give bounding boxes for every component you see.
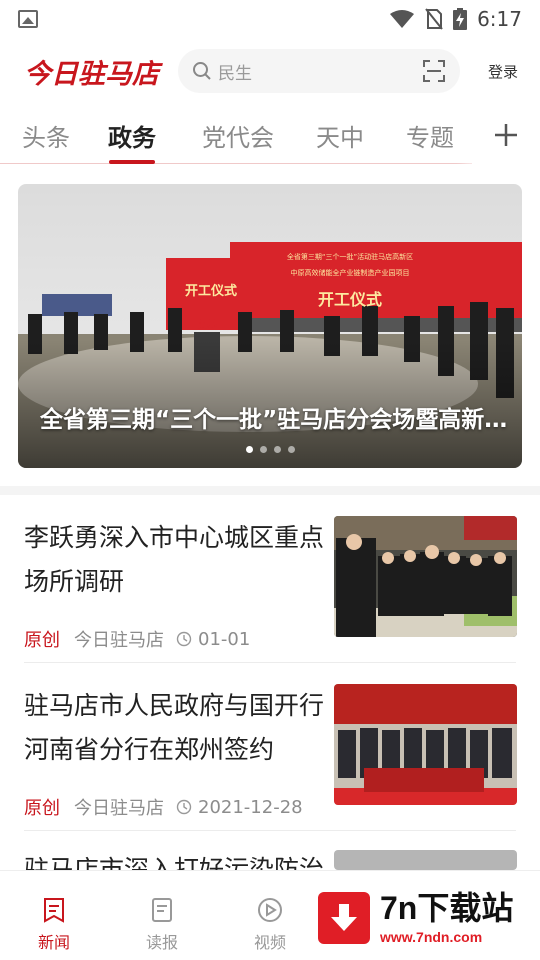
download-icon xyxy=(318,892,370,944)
nav-news[interactable]: 新闻 xyxy=(0,871,108,960)
nav-video[interactable]: 视频 xyxy=(216,871,324,960)
news-source: 今日驻马店 xyxy=(74,798,164,819)
section-divider xyxy=(0,486,540,495)
carousel-dots xyxy=(18,446,522,453)
status-icons: 6:17 xyxy=(389,7,522,31)
tab-tianzhong[interactable]: 天中 xyxy=(316,106,364,164)
news-title[interactable]: 驻马店市人民政府与国开行河南省分行在郑州签约 xyxy=(24,684,324,772)
site-watermark: 7n下载站 www.7ndn.com xyxy=(312,880,534,956)
headline-banner[interactable]: 全省第三期“三个一批”活动驻马店高新区 中原高效储能全产业链制造产业园项目 开工… xyxy=(18,184,522,468)
tab-headlines[interactable]: 头条 xyxy=(22,106,70,164)
plus-icon xyxy=(495,124,517,146)
tab-topics[interactable]: 专题 xyxy=(406,106,454,164)
category-tabs: 头条 政务 党代会 天中 专题 xyxy=(0,106,540,164)
carousel-dot[interactable] xyxy=(273,446,281,453)
list-separator xyxy=(24,830,516,831)
news-date: 2021-12-28 xyxy=(198,796,303,818)
battery-charging-icon xyxy=(453,8,468,30)
nav-label: 新闻 xyxy=(37,933,70,952)
image-icon xyxy=(18,10,38,28)
watermark-url: www.7ndn.com xyxy=(380,929,483,945)
tab-party-congress[interactable]: 党代会 xyxy=(202,106,274,164)
original-tag: 原创 xyxy=(24,798,60,819)
original-tag: 原创 xyxy=(24,630,60,651)
news-title[interactable]: 李跃勇深入市中心城区重点场所调研 xyxy=(24,516,324,604)
search-bar[interactable]: 民生 xyxy=(178,49,460,93)
carousel-dot[interactable] xyxy=(245,446,253,453)
wifi-icon xyxy=(390,10,415,28)
tab-government[interactable]: 政务 xyxy=(108,106,156,164)
news-source: 今日驻马店 xyxy=(74,630,164,651)
nav-newspaper[interactable]: 读报 xyxy=(108,871,216,960)
banner-sign-center: 开工仪式 xyxy=(317,290,382,309)
add-tab-button[interactable] xyxy=(472,106,540,164)
news-thumbnail[interactable] xyxy=(334,684,517,805)
clock-icon xyxy=(176,799,192,815)
video-icon xyxy=(258,898,282,922)
news-list-item[interactable]: 驻马店市人民政府与国开行河南省分行在郑州签约 原创 今日驻马店 2021-12-… xyxy=(0,684,540,844)
news-title[interactable]: 驻马店市深入打好污染防治攻坚战 xyxy=(24,850,324,870)
app-header: 今日驻马店 民生 登录 xyxy=(0,44,540,98)
search-placeholder[interactable]: 民生 xyxy=(218,59,252,84)
news-meta: 原创 今日驻马店 2021-12-28 xyxy=(24,794,303,820)
status-bar: 6:17 xyxy=(0,0,540,38)
nav-label: 读报 xyxy=(145,933,178,952)
news-thumbnail[interactable] xyxy=(334,850,517,870)
news-meta: 原创 今日驻马店 01-01 xyxy=(24,626,250,652)
search-icon xyxy=(193,62,211,80)
list-separator xyxy=(24,662,516,663)
watermark-title: 7n下载站 xyxy=(380,890,514,926)
banner-stone-text: 奠基 xyxy=(197,320,217,331)
news-icon xyxy=(44,898,64,923)
news-list-item[interactable]: 驻马店市深入打好污染防治攻坚战 xyxy=(0,850,540,870)
login-button[interactable]: 登录 xyxy=(488,61,518,82)
news-thumbnail[interactable] xyxy=(334,516,517,637)
clock-icon xyxy=(176,631,192,647)
status-time: 6:17 xyxy=(477,7,522,31)
scan-icon[interactable] xyxy=(422,59,446,83)
news-date: 01-01 xyxy=(198,628,251,650)
banner-caption[interactable]: 全省第三期“三个一批”驻马店分会场暨高新区重点项目集中开工仪式 xyxy=(40,400,510,434)
nav-label: 视频 xyxy=(253,933,286,952)
app-logo[interactable]: 今日驻马店 xyxy=(24,52,164,91)
no-sim-icon xyxy=(425,8,443,30)
banner-sign-subline: 中原高效储能全产业链制造产业园项目 xyxy=(290,269,410,277)
banner-sign-left: 开工仪式 xyxy=(184,284,237,299)
newspaper-icon xyxy=(152,898,172,922)
carousel-dot[interactable] xyxy=(259,446,267,453)
news-list-item[interactable]: 李跃勇深入市中心城区重点场所调研 原创 今日驻马店 01-01 xyxy=(0,516,540,676)
banner-sign-headline: 全省第三期“三个一批”活动驻马店高新区 xyxy=(286,253,414,261)
carousel-dot[interactable] xyxy=(287,446,295,453)
